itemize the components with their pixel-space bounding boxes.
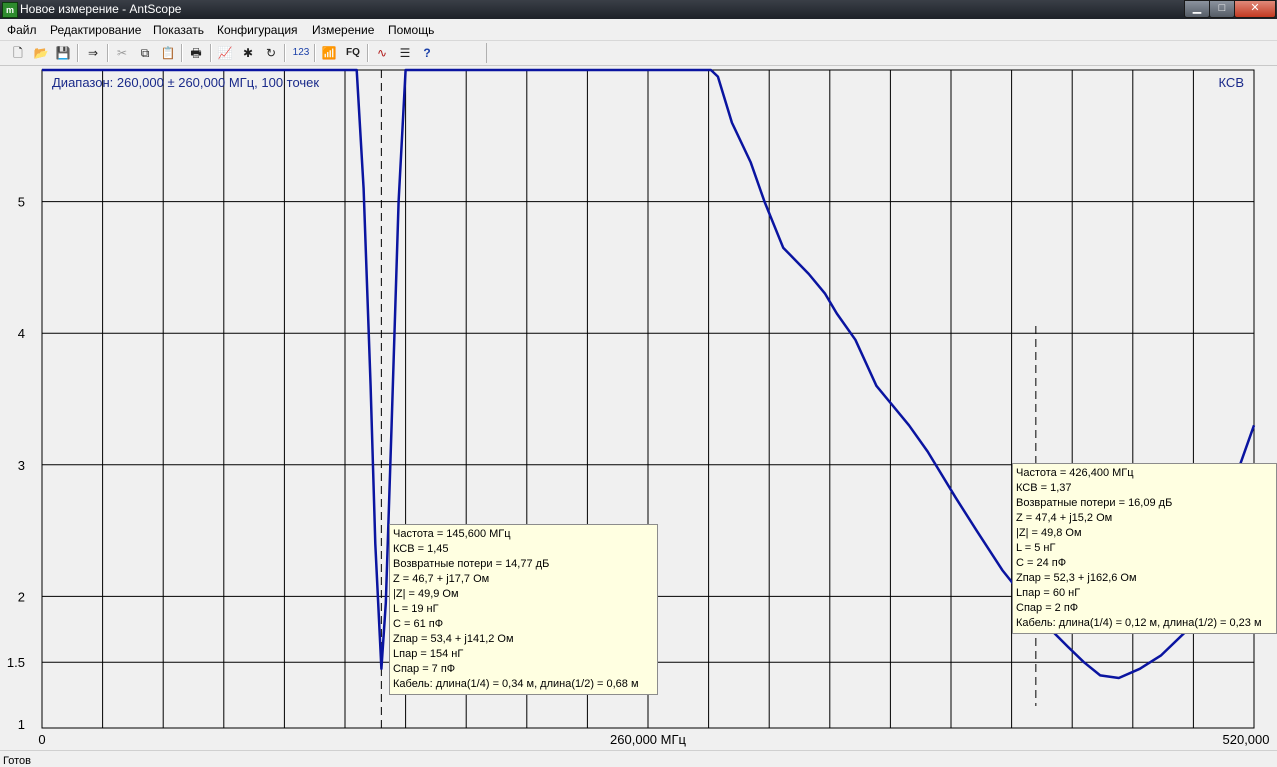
menu-edit[interactable]: Редактирование bbox=[50, 23, 141, 37]
wave-icon[interactable]: ∿ bbox=[373, 44, 391, 62]
open-icon[interactable]: 📂 bbox=[32, 44, 50, 62]
tooltip-line: Cпар = 2 пФ bbox=[1016, 602, 1079, 614]
app-icon: m bbox=[2, 2, 18, 18]
window-title: Новое измерение - AntScope bbox=[20, 2, 182, 16]
y-tick-label: 1.5 bbox=[7, 655, 25, 670]
digits-icon[interactable]: 123 bbox=[290, 44, 312, 62]
tooltip-line: C = 24 пФ bbox=[1016, 557, 1067, 569]
paste-icon[interactable]: 📋 bbox=[159, 44, 177, 62]
list-icon[interactable]: ☰ bbox=[396, 44, 414, 62]
tooltip-line: Zпар = 52,3 + j162,6 Ом bbox=[1016, 572, 1137, 584]
tooltip-line: Cпар = 7 пФ bbox=[393, 663, 456, 675]
toolbar-separator bbox=[181, 44, 183, 62]
tooltip-line: |Z| = 49,8 Ом bbox=[1016, 527, 1082, 539]
export-icon[interactable]: ⇒ bbox=[84, 44, 102, 62]
y-tick-label: 3 bbox=[18, 458, 25, 473]
title-bar: m Новое измерение - AntScope ▁ □ ✕ bbox=[0, 0, 1277, 19]
fq-icon[interactable]: FQ bbox=[343, 44, 363, 62]
tooltip-line: Возвратные потери = 16,09 дБ bbox=[1016, 497, 1173, 509]
x-tick-label-center: 260,000 МГц bbox=[610, 732, 686, 747]
toolbar-separator bbox=[77, 44, 79, 62]
marker-2-tooltip: Частота = 426,400 МГц КСВ = 1,37 Возврат… bbox=[1012, 463, 1277, 634]
help-icon[interactable]: ? bbox=[418, 44, 436, 62]
toolbar-separator bbox=[314, 44, 316, 62]
toolbar-end-separator bbox=[486, 43, 487, 63]
menu-measurement[interactable]: Измерение bbox=[312, 23, 374, 37]
toolbar-separator bbox=[107, 44, 109, 62]
tooltip-line: Z = 46,7 + j17,7 Ом bbox=[393, 573, 490, 585]
menu-file[interactable]: Файл bbox=[7, 23, 37, 37]
y-tick-label: 5 bbox=[18, 195, 25, 210]
antenna-icon[interactable]: 📶 bbox=[320, 44, 338, 62]
menu-configuration[interactable]: Конфигурация bbox=[217, 23, 298, 37]
scan-icon[interactable]: ✱ bbox=[239, 44, 257, 62]
toolbar-separator bbox=[210, 44, 212, 62]
tooltip-line: L = 19 нГ bbox=[393, 603, 439, 615]
y-tick-label: 4 bbox=[18, 326, 25, 341]
x-tick-label-end: 520,000 bbox=[1223, 732, 1270, 747]
toolbar-separator bbox=[284, 44, 286, 62]
copy-icon[interactable]: ⧉ bbox=[136, 44, 154, 62]
tooltip-line: Lпар = 60 нГ bbox=[1016, 587, 1081, 599]
y-tick-label: 1 bbox=[18, 717, 25, 732]
toolbar-separator bbox=[367, 44, 369, 62]
tooltip-line: КСВ = 1,45 bbox=[393, 543, 449, 555]
marker-1-tooltip: Частота = 145,600 МГц КСВ = 1,45 Возврат… bbox=[389, 524, 658, 695]
toolbar: 🗋 📂 💾 ⇒ ✂ ⧉ 📋 🖶 📈 ✱ ↻ 123 📶 FQ ∿ ☰ ? bbox=[0, 41, 1277, 66]
tooltip-line: Кабель: длина(1/4) = 0,12 м, длина(1/2) … bbox=[1016, 617, 1262, 629]
maximize-button[interactable]: □ bbox=[1209, 0, 1235, 18]
refresh-icon[interactable]: ↻ bbox=[262, 44, 280, 62]
status-bar: Готов bbox=[0, 750, 1277, 767]
cut-icon[interactable]: ✂ bbox=[113, 44, 131, 62]
y-tick-label: 2 bbox=[18, 589, 25, 604]
tooltip-line: Частота = 145,600 МГц bbox=[393, 528, 511, 540]
close-button[interactable]: ✕ bbox=[1234, 0, 1276, 18]
save-icon[interactable]: 💾 bbox=[54, 44, 72, 62]
range-label: Диапазон: 260,000 ± 260,000 МГц, 100 точ… bbox=[52, 75, 319, 90]
menu-view[interactable]: Показать bbox=[153, 23, 204, 37]
tooltip-line: Lпар = 154 нГ bbox=[393, 648, 464, 660]
tooltip-line: КСВ = 1,37 bbox=[1016, 482, 1072, 494]
tooltip-line: C = 61 пФ bbox=[393, 618, 444, 630]
tooltip-line: Zпар = 53,4 + j141,2 Ом bbox=[393, 633, 514, 645]
print-icon[interactable]: 🖶 bbox=[187, 44, 205, 62]
tooltip-line: Кабель: длина(1/4) = 0,34 м, длина(1/2) … bbox=[393, 678, 639, 690]
status-text: Готов bbox=[3, 755, 31, 767]
x-tick-label-start: 0 bbox=[38, 732, 45, 747]
minimize-button[interactable]: ▁ bbox=[1184, 0, 1210, 18]
tooltip-line: Z = 47,4 + j15,2 Ом bbox=[1016, 512, 1113, 524]
menu-bar: Файл Редактирование Показать Конфигураци… bbox=[0, 20, 1277, 41]
tooltip-line: L = 5 нГ bbox=[1016, 542, 1056, 554]
tooltip-line: |Z| = 49,9 Ом bbox=[393, 588, 459, 600]
menu-help[interactable]: Помощь bbox=[388, 23, 434, 37]
tooltip-line: Частота = 426,400 МГц bbox=[1016, 467, 1134, 479]
new-icon[interactable]: 🗋 bbox=[9, 44, 27, 62]
chart-icon[interactable]: 📈 bbox=[216, 44, 234, 62]
y-tick-labels: 1.5 2 3 4 5 bbox=[7, 195, 25, 671]
swr-chart-area[interactable]: 1.5 2 3 4 5 1 0 260,000 МГц 520,000 Диапазон… bbox=[0, 66, 1277, 750]
mode-label: КСВ bbox=[1219, 75, 1245, 90]
tooltip-line: Возвратные потери = 14,77 дБ bbox=[393, 558, 550, 570]
